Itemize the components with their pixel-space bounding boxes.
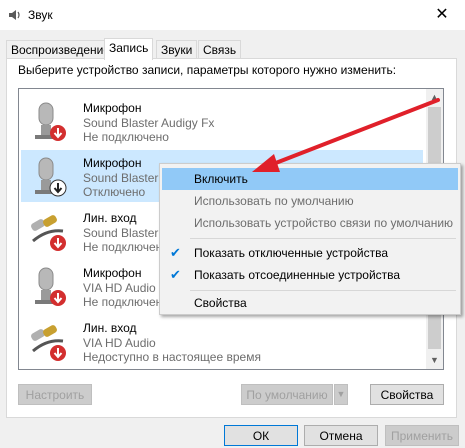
menu-item-set-default-comm[interactable]: Использовать устройство связи по умолчан… — [162, 212, 458, 234]
disconnected-badge-icon — [50, 125, 66, 141]
tab-sounds[interactable]: Звуки — [156, 40, 198, 59]
speaker-icon — [9, 10, 20, 20]
menu-item-label: Использовать устройство связи по умолчан… — [194, 216, 454, 230]
menu-item-label: Включить — [194, 172, 248, 186]
device-item[interactable]: Микрофон Sound Blaster Audigy Fx Не подк… — [21, 95, 423, 147]
scroll-down-icon[interactable]: ▼ — [426, 352, 443, 369]
device-status: Недоступно в настоящее время — [83, 350, 261, 364]
disconnected-badge-icon — [50, 345, 66, 361]
device-status: Не подключено — [83, 240, 169, 254]
device-status: Не подключено — [83, 295, 169, 309]
line-in-icon — [31, 325, 66, 361]
microphone-icon — [35, 267, 66, 306]
menu-separator — [190, 290, 456, 291]
device-status: Не подключено — [83, 130, 169, 144]
tab-playback[interactable]: Воспроизведение — [6, 40, 116, 59]
device-driver: VIA HD Audio — [83, 336, 156, 350]
apply-button[interactable]: Применить — [385, 425, 459, 446]
device-name: Микрофон — [83, 101, 142, 115]
cancel-button[interactable]: Отмена — [304, 425, 378, 446]
device-name: Микрофон — [83, 266, 142, 280]
menu-item-label: Показать отсоединенные устройства — [194, 268, 401, 282]
instruction-text: Выберите устройство записи, параметры ко… — [18, 63, 397, 77]
checkmark-icon: ✔ — [170, 267, 181, 282]
device-name: Лин. вход — [83, 321, 137, 335]
menu-item-show-disabled[interactable]: ✔ Показать отключенные устройства — [162, 242, 458, 264]
device-driver: VIA HD Audio — [83, 281, 156, 295]
device-driver: Sound Blaster — [83, 171, 159, 185]
menu-item-set-default[interactable]: Использовать по умолчанию — [162, 190, 458, 212]
line-in-icon — [31, 215, 66, 251]
ok-button[interactable]: ОК — [224, 425, 298, 446]
device-driver: Sound Blaster — [83, 226, 159, 240]
menu-item-label: Показать отключенные устройства — [194, 246, 389, 260]
menu-item-properties[interactable]: Свойства — [162, 292, 458, 314]
scroll-up-icon[interactable]: ▲ — [426, 89, 443, 106]
disabled-badge-icon — [49, 179, 67, 197]
microphone-icon — [35, 102, 66, 141]
disconnected-badge-icon — [50, 290, 66, 306]
tab-communications[interactable]: Связь — [198, 40, 242, 59]
menu-separator — [190, 238, 456, 239]
title-bar: Звук ✕ — [0, 0, 465, 30]
menu-item-label: Свойства — [194, 296, 247, 310]
menu-item-show-disconnected[interactable]: ✔ Показать отсоединенные устройства — [162, 264, 458, 286]
set-default-button[interactable]: По умолчанию — [241, 384, 333, 405]
default-dropdown-chevron-icon[interactable]: ▼ — [334, 384, 348, 405]
menu-item-enable[interactable]: Включить — [162, 168, 458, 190]
context-menu: Включить Использовать по умолчанию Испол… — [159, 163, 461, 315]
microphone-icon — [35, 157, 67, 197]
device-status: Отключено — [83, 185, 146, 199]
close-button[interactable]: ✕ — [419, 0, 465, 30]
tab-recording[interactable]: Запись — [104, 38, 154, 60]
device-name: Лин. вход — [83, 211, 137, 225]
device-item[interactable]: Лин. вход VIA HD Audio Недоступно в наст… — [21, 315, 423, 367]
disconnected-badge-icon — [50, 235, 66, 251]
properties-button[interactable]: Свойства — [370, 384, 444, 405]
device-name: Микрофон — [83, 156, 142, 170]
configure-button[interactable]: Настроить — [18, 384, 92, 405]
window-title: Звук — [28, 8, 53, 22]
menu-item-label: Использовать по умолчанию — [194, 194, 354, 208]
device-driver: Sound Blaster Audigy Fx — [83, 116, 215, 130]
checkmark-icon: ✔ — [170, 245, 181, 260]
